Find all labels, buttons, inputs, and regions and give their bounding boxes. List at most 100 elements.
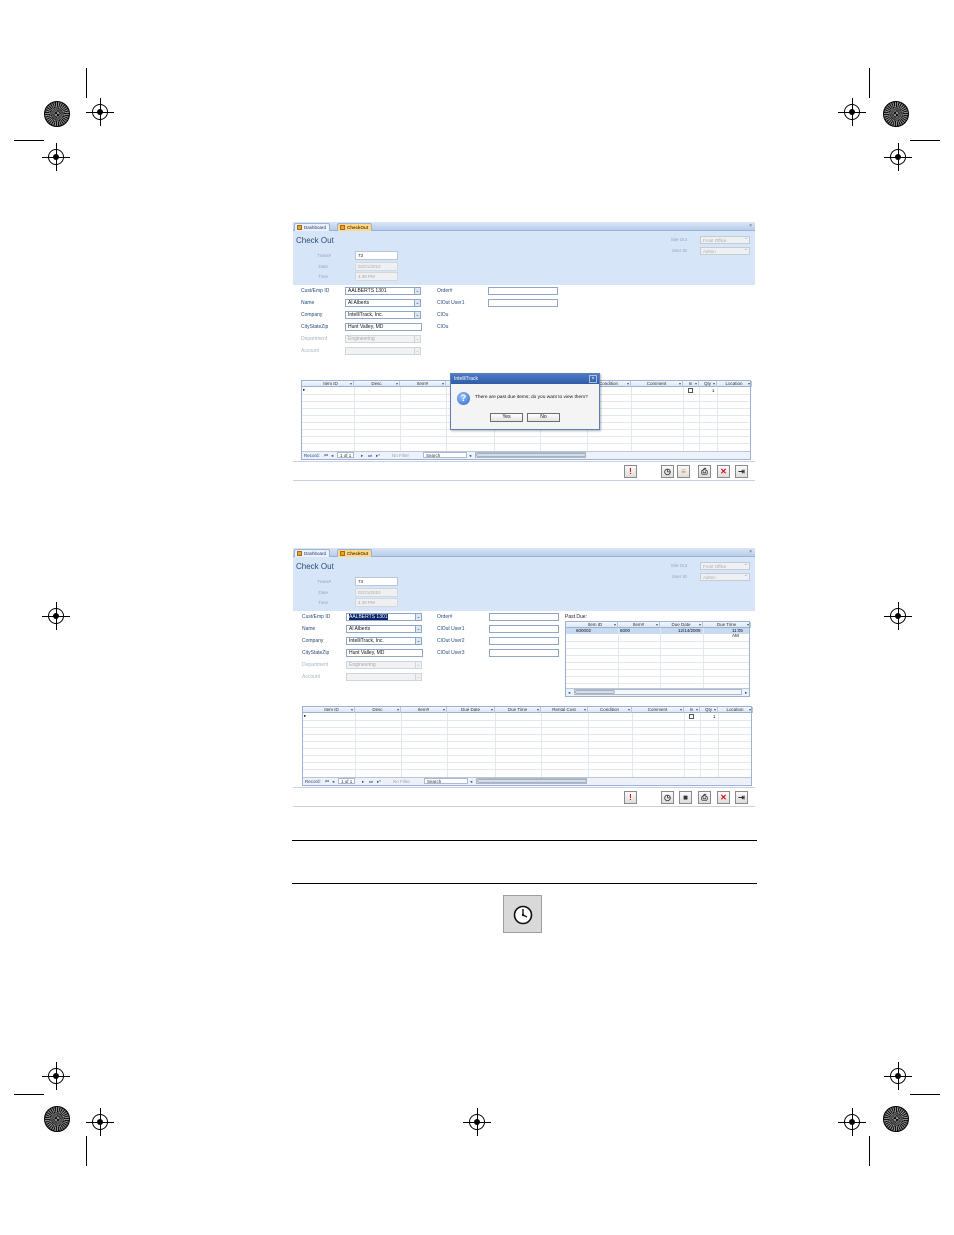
department-field: Engineering	[345, 335, 415, 343]
exit-button[interactable]: ⇥	[735, 791, 748, 804]
clout-user1-field[interactable]	[488, 299, 558, 307]
name-field[interactable]: Al Alberts	[346, 625, 416, 633]
column-comment[interactable]: Comment	[631, 381, 683, 387]
alert-button[interactable]: !	[624, 465, 637, 478]
site-out-select[interactable]: Front Office	[700, 561, 750, 570]
column-item-id[interactable]: Item ID	[309, 707, 355, 713]
last-record-icon[interactable]: ⏭	[368, 453, 372, 458]
column-comment[interactable]: Comment	[632, 707, 684, 713]
city-state-zip-field[interactable]: Hunt Valley, MD	[346, 649, 423, 657]
scroll-left-icon[interactable]: ◂	[568, 690, 570, 696]
tab-dashboard[interactable]: Dashboard	[294, 549, 331, 557]
column-due-time[interactable]: Due Time	[495, 707, 541, 713]
chevron-down-icon[interactable]: ⌄	[414, 311, 421, 319]
column-qty[interactable]: Qty	[699, 381, 717, 387]
chevron-down-icon[interactable]: ⌄	[414, 299, 421, 307]
past-due-date[interactable]: 12/14/2009	[678, 628, 701, 633]
chevron-down-icon[interactable]: ⌄	[415, 613, 422, 621]
tab-checkout[interactable]: CheckOut	[337, 223, 373, 231]
last-record-icon[interactable]: ⏭	[369, 779, 373, 784]
column-rental-cost[interactable]: Rental Cost	[541, 707, 588, 713]
past-due-scrollbar[interactable]: ◂ ▸	[566, 688, 749, 696]
column-item-number[interactable]: Item#	[400, 381, 446, 387]
column-in[interactable]: In	[684, 707, 700, 713]
column-in[interactable]: In	[683, 381, 699, 387]
tab-dashboard[interactable]: Dashboard	[294, 223, 331, 231]
first-record-icon[interactable]: ⏮	[325, 779, 329, 784]
name-field[interactable]: Al Alberts	[345, 299, 415, 307]
scroll-left-icon[interactable]: ◂	[470, 779, 472, 785]
user-id-select[interactable]: Admin	[700, 572, 750, 581]
print-button[interactable]: ⎙	[698, 791, 711, 804]
no-button[interactable]: No	[527, 413, 560, 422]
stop-button[interactable]: ■	[679, 791, 692, 804]
column-desc[interactable]: Desc	[354, 381, 400, 387]
delete-button[interactable]: ✕	[717, 465, 730, 478]
tab-checkout[interactable]: CheckOut	[337, 549, 373, 557]
nav-position[interactable]: 1 of 1	[337, 452, 355, 458]
order-field[interactable]	[488, 287, 558, 295]
site-out-select[interactable]: Front Office	[700, 235, 750, 244]
cust-emp-id-field[interactable]: AALBERTS 1301	[345, 287, 415, 295]
user-id-select[interactable]: Admin	[700, 246, 750, 255]
in-checkbox[interactable]	[689, 714, 694, 719]
horizontal-scrollbar[interactable]	[476, 778, 587, 784]
horizontal-scrollbar[interactable]	[574, 689, 742, 695]
past-due-time[interactable]: 11:05 AM	[732, 628, 749, 638]
trans-field[interactable]: 73	[355, 577, 398, 586]
clock-button[interactable]: ◷	[661, 465, 674, 478]
qty-cell[interactable]: 1	[712, 388, 715, 393]
column-location[interactable]: Location	[718, 707, 753, 713]
close-icon[interactable]: ×	[749, 223, 752, 229]
chevron-down-icon[interactable]: ⌄	[415, 625, 422, 633]
trans-field[interactable]: 73	[355, 251, 398, 260]
order-field[interactable]	[489, 613, 559, 621]
order-label: Order#	[437, 288, 453, 294]
first-record-icon[interactable]: ⏮	[324, 453, 328, 458]
scroll-left-icon[interactable]: ◂	[469, 453, 471, 459]
prev-record-icon[interactable]: ◂	[331, 453, 333, 459]
column-qty[interactable]: Qty	[700, 707, 718, 713]
new-record-nav-icon[interactable]: ▸*	[377, 779, 381, 785]
chevron-down-icon[interactable]: ⌄	[414, 287, 421, 295]
nav-position[interactable]: 1 of 1	[338, 778, 356, 784]
column-item-id[interactable]: Item ID	[308, 381, 354, 387]
alert-button[interactable]: !	[624, 791, 637, 804]
nav-filter[interactable]: No Filter	[392, 453, 409, 458]
past-due-item-number[interactable]: 6000	[620, 628, 630, 633]
next-record-icon[interactable]: ▸	[362, 779, 364, 785]
close-icon[interactable]: ×	[589, 375, 597, 383]
in-checkbox[interactable]	[688, 388, 693, 393]
new-record-nav-icon[interactable]: ▸*	[376, 453, 380, 459]
cust-emp-id-field[interactable]: AALBERTS 1301	[346, 613, 416, 621]
horizontal-scrollbar[interactable]	[475, 452, 586, 458]
clout-user1-field[interactable]	[489, 625, 559, 633]
past-due-item-id[interactable]: 600002	[576, 628, 591, 633]
clock-button[interactable]: ◷	[661, 791, 674, 804]
company-field[interactable]: IntelliTrack, Inc.	[346, 637, 416, 645]
scroll-right-icon[interactable]: ▸	[745, 690, 747, 696]
close-icon[interactable]: ×	[749, 549, 752, 555]
print-button[interactable]: ⎙	[698, 465, 711, 478]
column-due-date[interactable]: Due Date	[447, 707, 495, 713]
nav-search[interactable]: Search	[424, 778, 468, 784]
column-condition[interactable]: Condition	[588, 707, 632, 713]
qty-cell[interactable]: 1	[713, 714, 716, 719]
delete-button[interactable]: ✕	[717, 791, 730, 804]
clout-user2-field[interactable]	[489, 637, 559, 645]
clout-user3-field[interactable]	[489, 649, 559, 657]
column-item-number[interactable]: Item#	[401, 707, 447, 713]
column-location[interactable]: Location	[717, 381, 752, 387]
exit-button[interactable]: ⇥	[735, 465, 748, 478]
chevron-down-icon[interactable]: ⌄	[415, 637, 422, 645]
trans-label: Trans#	[317, 579, 331, 584]
yes-button[interactable]: Yes	[490, 413, 523, 422]
next-record-icon[interactable]: ▸	[361, 453, 363, 459]
nav-filter[interactable]: No Filter	[393, 779, 410, 784]
nav-search[interactable]: Search	[423, 452, 467, 458]
list-button[interactable]: ≡	[677, 465, 690, 478]
company-field[interactable]: IntelliTrack, Inc.	[345, 311, 415, 319]
column-desc[interactable]: Desc	[355, 707, 401, 713]
prev-record-icon[interactable]: ◂	[332, 779, 334, 785]
city-state-zip-field[interactable]: Hunt Valley, MD	[345, 323, 422, 331]
